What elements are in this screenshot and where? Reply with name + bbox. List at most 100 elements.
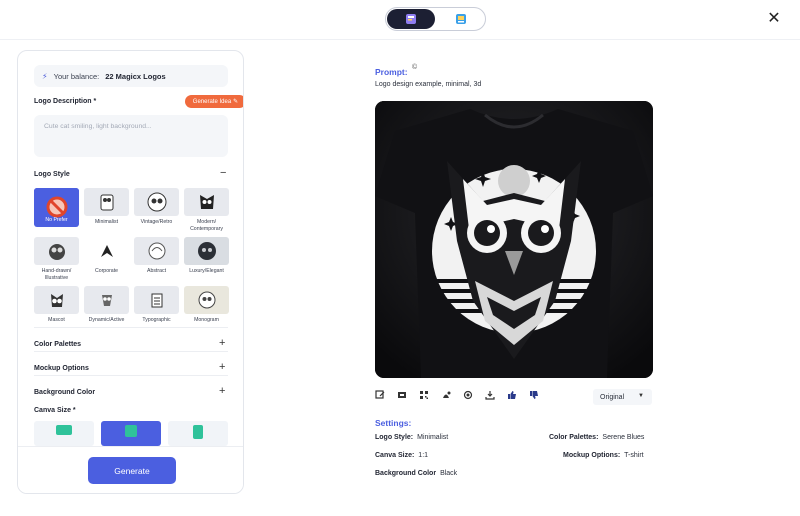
setting-canva-size: Canva Size: 1:1 xyxy=(375,452,428,459)
ai-generator-mode-icon xyxy=(406,14,416,24)
owl-mascot-icon xyxy=(50,294,63,307)
divider xyxy=(34,327,228,328)
expand-background-color-icon[interactable]: + xyxy=(219,385,225,397)
mode-toggle[interactable] xyxy=(385,7,486,31)
setting-value: Serene Blues xyxy=(602,434,645,441)
ai-generator-mode-button[interactable] xyxy=(387,9,435,29)
owl-monogram-icon xyxy=(198,291,215,309)
style-label: Mascot xyxy=(48,317,65,323)
pen-nib-icon xyxy=(100,245,113,257)
close-icon[interactable]: ✕ xyxy=(766,11,782,27)
generate-button[interactable]: Generate xyxy=(88,457,176,484)
balance-value: 22 Magicx Logos xyxy=(105,71,166,81)
setting-key: Background Color xyxy=(375,470,437,477)
background-color-label: Background Color xyxy=(34,389,96,396)
collapse-logo-style-icon[interactable]: − xyxy=(220,167,226,179)
divider xyxy=(34,351,228,352)
style-label: Monogram xyxy=(194,317,219,323)
thumbs-down-icon[interactable] xyxy=(529,390,539,400)
color-palettes-label: Color Palettes xyxy=(34,341,82,348)
balance-banner: ⚡ Your balance: 22 Magicx Logos xyxy=(34,65,228,87)
owl-modern-icon xyxy=(199,195,214,209)
prompt-text: Logo design example, minimal, 3d xyxy=(375,81,482,88)
preview-actions xyxy=(375,390,539,404)
setting-color-palettes: Color Palettes: Serene Blues xyxy=(549,434,644,441)
style-thumb xyxy=(84,237,129,265)
generated-logo-preview[interactable] xyxy=(375,101,653,378)
thumbs-up-icon[interactable] xyxy=(507,390,517,400)
style-thumb xyxy=(34,237,79,265)
generate-idea-button[interactable]: Generate Idea ✎ xyxy=(185,95,243,108)
setting-value: T-shirt xyxy=(624,452,644,459)
owl-minimalist-icon xyxy=(100,194,113,211)
generator-panel: ⚡ Your balance: 22 Magicx Logos Logo Des… xyxy=(17,50,244,494)
owl-hand-drawn-icon xyxy=(48,244,65,260)
setting-logo-style: Logo Style: Minimalist xyxy=(375,434,448,441)
expand-color-palettes-icon[interactable]: + xyxy=(219,337,225,349)
style-label: Luxury/Elegant xyxy=(189,268,224,274)
style-option-vintage[interactable]: Vintage/Retro xyxy=(134,188,179,226)
style-option-mascot[interactable]: Mascot xyxy=(34,286,79,324)
panel-scroll-area[interactable]: ⚡ Your balance: 22 Magicx Logos Logo Des… xyxy=(18,51,243,446)
panel-footer: Generate xyxy=(18,446,243,493)
style-thumb xyxy=(134,286,179,314)
setting-key: Mockup Options: xyxy=(563,452,621,459)
style-label: Typographic xyxy=(142,317,171,323)
style-option-abstract[interactable]: Abstract xyxy=(134,237,179,275)
landscape-image-icon xyxy=(56,425,72,435)
setting-value: 1:1 xyxy=(418,452,429,459)
style-option-corporate[interactable]: Corporate xyxy=(84,237,129,275)
setting-background-color: Background Color Black xyxy=(375,470,457,477)
copy-prompt-icon[interactable]: © xyxy=(412,64,417,71)
qr-icon[interactable] xyxy=(419,390,429,400)
style-thumb xyxy=(84,188,129,216)
mockup-mode-button[interactable] xyxy=(437,9,485,29)
style-thumb xyxy=(184,188,229,216)
style-label: No Prefer xyxy=(45,217,68,223)
size-select[interactable]: Original ▼ xyxy=(593,389,652,405)
canva-size-options xyxy=(34,421,228,446)
style-thumb xyxy=(134,188,179,216)
style-option-luxury[interactable]: Luxury/Elegant xyxy=(184,237,229,275)
logo-style-label: Logo Style xyxy=(34,171,70,178)
owl-vintage-icon xyxy=(147,192,166,212)
style-option-hand-drawn[interactable]: Hand-drawn/ Illustrative xyxy=(34,237,79,281)
style-thumb xyxy=(184,286,229,314)
style-label: Minimalist xyxy=(94,219,119,225)
style-option-minimalist[interactable]: Minimalist xyxy=(84,188,129,226)
caret-down-icon: ▼ xyxy=(638,393,644,399)
setting-key: Canva Size: xyxy=(375,452,415,459)
canva-size-label: Canva Size * xyxy=(34,407,76,414)
copy-icon[interactable] xyxy=(463,390,473,400)
logo-description-input[interactable] xyxy=(34,115,228,157)
download-icon[interactable] xyxy=(485,390,495,400)
owl-abstract-icon xyxy=(148,242,165,260)
setting-mockup-options: Mockup Options: T-shirt xyxy=(563,452,644,459)
style-option-dynamic[interactable]: Dynamic/Active xyxy=(84,286,129,324)
prompt-label: Prompt: xyxy=(375,67,408,77)
canva-size-option-square[interactable] xyxy=(101,421,161,446)
owl-logo-tshirt-image xyxy=(375,101,653,378)
balance-prefix: Your balance: xyxy=(53,71,100,81)
canva-size-option-landscape[interactable] xyxy=(34,421,94,446)
style-label: Hand-drawn/ Illustrative xyxy=(41,268,72,281)
style-option-monogram[interactable]: Monogram xyxy=(184,286,229,324)
recolor-icon[interactable] xyxy=(441,390,451,400)
style-option-modern[interactable]: Modern/ Contemporary xyxy=(184,188,229,232)
canva-size-option-portrait[interactable] xyxy=(168,421,228,446)
mockup-options-label: Mockup Options xyxy=(34,365,89,372)
edit-icon[interactable] xyxy=(375,390,385,400)
style-label: Corporate xyxy=(94,268,119,274)
prohibited-icon xyxy=(46,196,67,218)
owl-luxury-icon xyxy=(197,242,216,260)
expand-mockup-options-icon[interactable]: + xyxy=(219,361,225,373)
magic-wand-icon: ✎ xyxy=(233,99,239,105)
portrait-image-icon xyxy=(193,425,203,439)
style-option-no-prefer[interactable]: No Prefer xyxy=(34,188,79,227)
owl-dynamic-icon xyxy=(101,295,112,306)
size-select-value: Original xyxy=(600,393,625,401)
mockup-icon[interactable] xyxy=(397,390,407,400)
style-option-typographic[interactable]: Typographic xyxy=(134,286,179,324)
settings-label: Settings: xyxy=(375,418,412,428)
style-label: Abstract xyxy=(146,268,167,274)
